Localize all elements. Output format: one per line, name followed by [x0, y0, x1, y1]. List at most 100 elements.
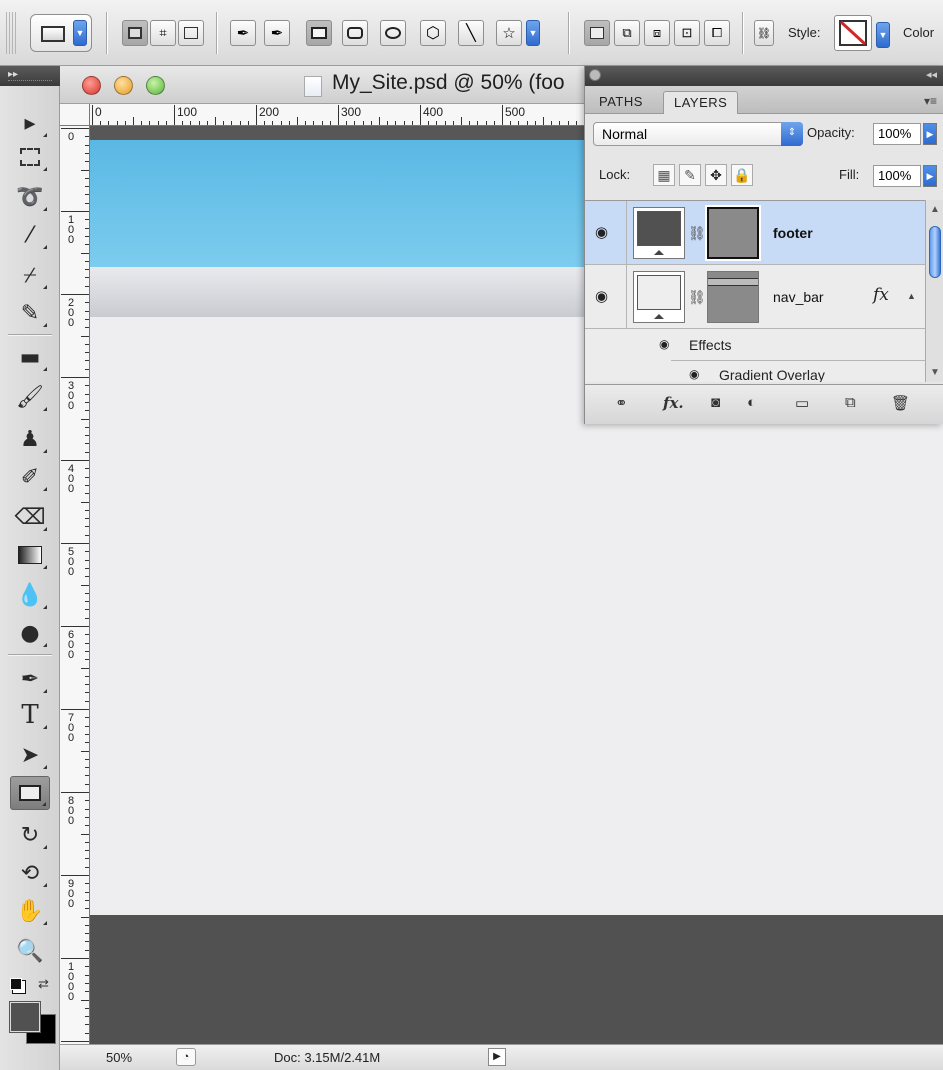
- clone-stamp-tool[interactable]: ♟: [10, 422, 50, 456]
- line-tool-button[interactable]: ╲: [458, 20, 484, 46]
- panel-header[interactable]: ◂◂: [585, 66, 943, 86]
- lasso-tool[interactable]: ➰: [10, 180, 50, 214]
- blend-mode-select[interactable]: Normal ⇕: [593, 122, 803, 146]
- eyedropper-tool[interactable]: ✎: [10, 296, 50, 330]
- layer-name[interactable]: footer: [773, 225, 813, 241]
- shape-layers-button[interactable]: [122, 20, 148, 46]
- style-dropdown[interactable]: ▼: [876, 22, 890, 48]
- eye-icon[interactable]: ◉: [689, 367, 699, 381]
- status-clock-icon[interactable]: ◔: [176, 1048, 196, 1066]
- tool-preset-picker[interactable]: ▼: [30, 14, 92, 52]
- intersect-shape-button[interactable]: ⊡: [674, 20, 700, 46]
- chevron-down-icon[interactable]: ▼: [73, 20, 87, 46]
- rectangle-shape-tool[interactable]: [10, 776, 50, 810]
- ellipse-tool-button[interactable]: [380, 20, 406, 46]
- vertical-ruler[interactable]: 0 100 200 300 400 500 600 700 800 900 1000: [60, 126, 90, 1044]
- lock-pixels-icon[interactable]: ✎: [679, 164, 701, 186]
- move-tool[interactable]: ▸: [10, 106, 50, 140]
- layer-row-footer[interactable]: ◉ ⛓ footer: [585, 201, 925, 265]
- minimize-button[interactable]: [114, 76, 133, 95]
- new-layer-icon[interactable]: ⧉: [845, 394, 856, 411]
- fx-collapse-arrow-icon[interactable]: ▲: [907, 291, 916, 301]
- tools-panel-header[interactable]: ▸▸: [0, 66, 60, 86]
- quick-selection-tool[interactable]: ⁄: [10, 218, 50, 252]
- lock-transparency-icon[interactable]: ▦: [653, 164, 675, 186]
- exclude-shape-button[interactable]: ⧠: [704, 20, 730, 46]
- layer-row-nav-bar[interactable]: ◉ ⛓ nav_bar fx ▲: [585, 265, 925, 329]
- type-tool[interactable]: T: [10, 698, 50, 732]
- add-mask-icon[interactable]: ◙: [711, 394, 720, 411]
- blur-tool[interactable]: 💧: [10, 578, 50, 612]
- 3d-rotate-tool[interactable]: ↻: [10, 818, 50, 852]
- adjustment-layer-icon[interactable]: ◐: [747, 394, 756, 411]
- opacity-input[interactable]: 100%: [873, 123, 921, 145]
- layer-name[interactable]: nav_bar: [773, 289, 824, 305]
- zoom-window-button[interactable]: [146, 76, 165, 95]
- panel-menu-icon[interactable]: ▾≡: [924, 94, 937, 108]
- panel-collapse-icon[interactable]: ◂◂: [926, 68, 937, 81]
- shape-picker-dropdown[interactable]: ▼: [526, 20, 540, 46]
- path-selection-tool[interactable]: ➤: [10, 738, 50, 772]
- add-style-fx-icon[interactable]: fx.: [663, 394, 684, 412]
- polygon-tool-button[interactable]: ⬡: [420, 20, 446, 46]
- hand-tool[interactable]: ✋: [10, 894, 50, 928]
- zoom-level[interactable]: 50%: [106, 1050, 132, 1065]
- eraser-tool[interactable]: ⌫: [10, 500, 50, 534]
- scrollbar-thumb[interactable]: [929, 226, 941, 278]
- marquee-tool[interactable]: [10, 140, 50, 174]
- lock-position-icon[interactable]: ✥: [705, 164, 727, 186]
- scroll-down-arrow-icon[interactable]: ▼: [930, 367, 940, 378]
- foreground-color-swatch[interactable]: [9, 1001, 41, 1033]
- new-group-folder-icon[interactable]: ▭: [795, 394, 809, 412]
- visibility-toggle[interactable]: ◉: [585, 201, 627, 264]
- chain-link-icon[interactable]: ⛓: [688, 289, 706, 306]
- fill-pixels-button[interactable]: [178, 20, 204, 46]
- history-brush-tool[interactable]: ✐: [10, 460, 50, 494]
- pen-tool[interactable]: ✒: [10, 662, 50, 696]
- brush-tool[interactable]: 🖌: [10, 380, 50, 414]
- spot-healing-tool[interactable]: ▬: [10, 340, 50, 374]
- add-to-shape-button[interactable]: ⧉: [614, 20, 640, 46]
- 3d-orbit-tool[interactable]: ⟲: [10, 856, 50, 890]
- panel-close-icon[interactable]: [589, 69, 601, 81]
- close-button[interactable]: [82, 76, 101, 95]
- chain-link-icon[interactable]: ⛓: [688, 225, 706, 242]
- dodge-tool[interactable]: ●: [10, 616, 50, 650]
- gradient-overlay-row[interactable]: ◉ Gradient Overlay: [627, 361, 925, 382]
- default-colors-icon[interactable]: [10, 978, 22, 990]
- expand-icon[interactable]: ▸▸: [8, 69, 18, 80]
- options-grip[interactable]: [6, 12, 16, 54]
- style-picker[interactable]: [834, 15, 872, 51]
- visibility-toggle[interactable]: ◉: [585, 265, 627, 328]
- link-layers-icon[interactable]: ⚭: [615, 394, 628, 412]
- tab-layers[interactable]: LAYERS: [663, 91, 739, 114]
- effects-row[interactable]: ◉ Effects: [627, 331, 925, 361]
- zoom-tool[interactable]: 🔍: [10, 934, 50, 968]
- custom-shape-button[interactable]: ☆: [496, 20, 522, 46]
- status-menu-arrow-icon[interactable]: ▶: [488, 1048, 506, 1066]
- scroll-up-arrow-icon[interactable]: ▲: [930, 204, 940, 215]
- gradient-tool[interactable]: [10, 538, 50, 572]
- swap-colors-icon[interactable]: ⇄: [38, 976, 49, 992]
- tab-paths[interactable]: PATHS: [589, 91, 653, 114]
- crop-tool[interactable]: ⌿: [10, 258, 50, 292]
- new-layer-mode-button[interactable]: [584, 20, 610, 46]
- vector-mask-thumbnail[interactable]: [707, 271, 759, 323]
- eye-icon[interactable]: ◉: [659, 337, 669, 351]
- rounded-rectangle-button[interactable]: [342, 20, 368, 46]
- lock-all-icon[interactable]: 🔒: [731, 164, 753, 186]
- ruler-origin[interactable]: [60, 104, 90, 126]
- vector-mask-thumbnail[interactable]: [705, 205, 761, 261]
- opacity-slider-arrow[interactable]: ▶: [923, 123, 937, 145]
- paths-button[interactable]: ⌗: [150, 20, 176, 46]
- freeform-pen-button[interactable]: ✒: [264, 20, 290, 46]
- fill-slider-arrow[interactable]: ▶: [923, 165, 937, 187]
- link-style-button[interactable]: ⛓: [754, 20, 774, 46]
- subtract-shape-button[interactable]: ⧈: [644, 20, 670, 46]
- pen-tool-button[interactable]: ✒: [230, 20, 256, 46]
- trash-icon[interactable]: 🗑: [891, 394, 910, 412]
- fill-input[interactable]: 100%: [873, 165, 921, 187]
- layer-fx-icon[interactable]: fx: [873, 285, 889, 305]
- rectangle-tool-button[interactable]: [306, 20, 332, 46]
- layers-scrollbar[interactable]: ▲ ▼: [925, 200, 943, 382]
